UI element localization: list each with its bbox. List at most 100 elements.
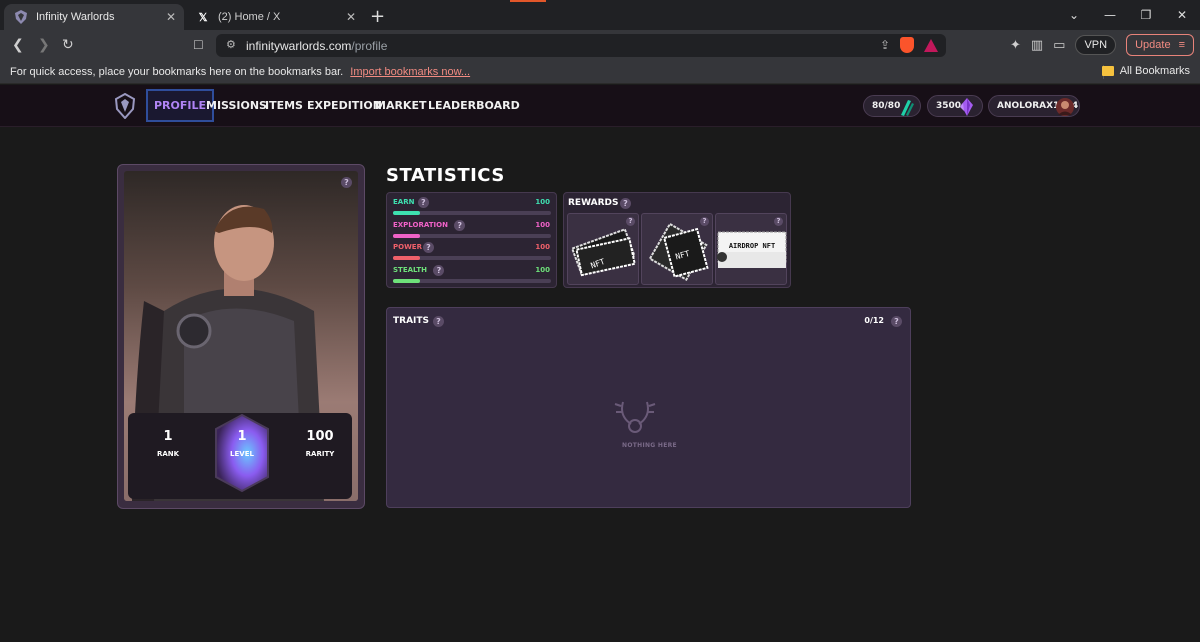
restore-icon[interactable]: ❐	[1128, 8, 1164, 22]
site-info-icon[interactable]: ⚙	[226, 38, 236, 51]
bookmarks-bar: For quick access, place your bookmarks h…	[0, 60, 1200, 84]
stat-label-exploration: EXPLORATION	[393, 220, 448, 229]
tab-infinity-warlords[interactable]: Infinity Warlords ✕	[4, 4, 184, 30]
menu-icon: ≡	[1178, 39, 1185, 51]
forward-icon[interactable]: ❯	[38, 37, 50, 53]
help-icon[interactable]: ?	[423, 242, 434, 253]
extensions-icon[interactable]: ✦	[1010, 38, 1021, 53]
nav-leaderboard[interactable]: LEADERBOARD	[428, 99, 520, 112]
stat-value-exploration: 100	[535, 220, 550, 229]
help-icon[interactable]: ?	[626, 217, 635, 226]
empty-antlers-icon	[614, 401, 656, 433]
minimize-icon[interactable]: —	[1092, 8, 1128, 22]
avatar	[1056, 98, 1074, 116]
help-icon[interactable]: ?	[620, 198, 631, 209]
tab-title: Infinity Warlords	[36, 11, 115, 23]
nav-market[interactable]: MARKET	[375, 99, 426, 112]
brave-shields-icon[interactable]	[900, 37, 914, 53]
url-host: infinitywarlords.com	[246, 38, 352, 53]
tab-search-icon[interactable]: ⌄	[1056, 8, 1092, 22]
url-path: /profile	[351, 38, 388, 53]
folder-icon	[1101, 66, 1114, 76]
browser-tab-bar: Infinity Warlords ✕ 𝕏 (2) Home / X ✕ + ⌄…	[0, 0, 1200, 30]
rarity-value: 100	[306, 429, 334, 444]
stat-bar-stealth	[393, 278, 551, 283]
help-icon[interactable]: ?	[891, 316, 902, 327]
level-label: LEVEL	[230, 450, 254, 458]
traits-title: TRAITS	[393, 316, 430, 326]
stat-bar-power	[393, 256, 551, 260]
rarity-label: RARITY	[305, 450, 335, 458]
help-icon[interactable]: ?	[417, 197, 429, 208]
stat-label-power: POWER	[393, 243, 422, 251]
rewards-title: REWARDS	[568, 198, 619, 208]
import-bookmarks-link[interactable]: Import bookmarks now...	[350, 66, 470, 78]
energy-pill[interactable]: 80/80	[863, 95, 921, 117]
traits-count: 0/12	[864, 316, 884, 325]
back-icon[interactable]: ❮	[12, 37, 24, 53]
all-bookmarks-button[interactable]: All Bookmarks	[1101, 65, 1190, 77]
stat-value-earn: 100	[535, 198, 550, 206]
rank-label: RANK	[156, 450, 180, 458]
vpn-button[interactable]: VPN	[1075, 35, 1117, 55]
stat-value-stealth: 100	[535, 265, 550, 274]
brave-rewards-icon[interactable]	[924, 38, 938, 52]
help-icon[interactable]: ?	[341, 177, 352, 188]
help-icon[interactable]: ?	[433, 264, 445, 276]
character-card: ? 1 RANK 1 LEVEL 100 RARITY	[117, 164, 365, 509]
purple-gem-icon	[960, 98, 973, 116]
update-label: Update	[1135, 39, 1171, 51]
tab-x-home[interactable]: 𝕏 (2) Home / X ✕	[186, 4, 364, 30]
rank-value: 1	[163, 429, 173, 444]
user-pill[interactable]: ANOLORAX1264	[988, 95, 1080, 117]
stat-bar-fill	[393, 211, 420, 215]
character-stats-box: 1 RANK 1 LEVEL 100 RARITY	[128, 413, 352, 499]
new-tab-button[interactable]: +	[370, 6, 385, 27]
help-icon[interactable]: ?	[774, 217, 783, 226]
statistics-title: STATISTICS	[386, 165, 505, 186]
energy-crystal-icon	[901, 100, 914, 116]
reload-icon[interactable]: ↻	[62, 37, 74, 53]
wallet-icon[interactable]: ▭	[1053, 38, 1065, 53]
x-logo-icon: 𝕏	[198, 11, 208, 24]
stat-value-power: 100	[535, 243, 550, 251]
traits-panel: TRAITS ? 0/12 ? NOTHING HERE	[386, 307, 911, 508]
reward-slot[interactable]: ? AIRDROP NFT	[715, 213, 787, 285]
stat-label-stealth: STEALTH	[393, 265, 427, 274]
stat-bar-earn	[393, 211, 551, 215]
statistics-panel: EARN? 100 EXPLORATION? 100 POWER? 100 STEALTH?…	[386, 192, 557, 288]
close-tab-icon[interactable]: ✕	[346, 10, 356, 24]
shield-favicon-icon	[14, 10, 28, 24]
bookmarks-hint-text: For quick access, place your bookmarks h…	[10, 66, 344, 78]
stat-bar-exploration	[393, 233, 551, 238]
warlords-logo-icon[interactable]	[114, 93, 136, 119]
all-bookmarks-label: All Bookmarks	[1119, 65, 1190, 77]
vpn-label: VPN	[1084, 39, 1108, 51]
share-icon[interactable]: ⇪	[880, 38, 890, 52]
bookmark-icon[interactable]: ☐	[193, 38, 204, 52]
nav-expedition[interactable]: EXPEDITION	[307, 99, 382, 112]
close-window-icon[interactable]: ✕	[1164, 8, 1200, 22]
close-tab-icon[interactable]: ✕	[166, 10, 176, 24]
help-icon[interactable]: ?	[433, 316, 444, 327]
reward-ticket-text: AIRDROP NFT	[729, 242, 775, 250]
bookmarks-hint: For quick access, place your bookmarks h…	[10, 66, 470, 78]
empty-state-text: NOTHING HERE	[622, 442, 677, 449]
help-icon[interactable]: ?	[700, 217, 709, 226]
address-bar[interactable]: ⚙ infinitywarlords.com/profile ⇪	[216, 34, 946, 57]
media-indicator	[510, 0, 546, 2]
sidebar-icon[interactable]: ▥	[1031, 38, 1043, 53]
update-button[interactable]: Update ≡	[1126, 34, 1194, 56]
app-navbar: PROFILE MISSIONS ITEMS EXPEDITION MARKET…	[0, 85, 1200, 127]
reward-slot[interactable]: ? NFT	[567, 213, 639, 285]
nav-profile[interactable]: PROFILE	[146, 89, 215, 122]
reward-slot[interactable]: ? NFT	[641, 213, 713, 285]
nav-missions[interactable]: MISSIONS	[206, 99, 267, 112]
rewards-panel: REWARDS ? ? NFT ? NFT ? AIRDROP NFT	[563, 192, 791, 288]
stat-bar-fill	[393, 278, 420, 283]
stat-bar-fill	[393, 256, 420, 260]
stat-label-earn: EARN	[393, 198, 415, 206]
gems-pill[interactable]: 3500	[927, 95, 983, 117]
help-icon[interactable]: ?	[454, 219, 466, 231]
nav-items[interactable]: ITEMS	[265, 99, 303, 112]
